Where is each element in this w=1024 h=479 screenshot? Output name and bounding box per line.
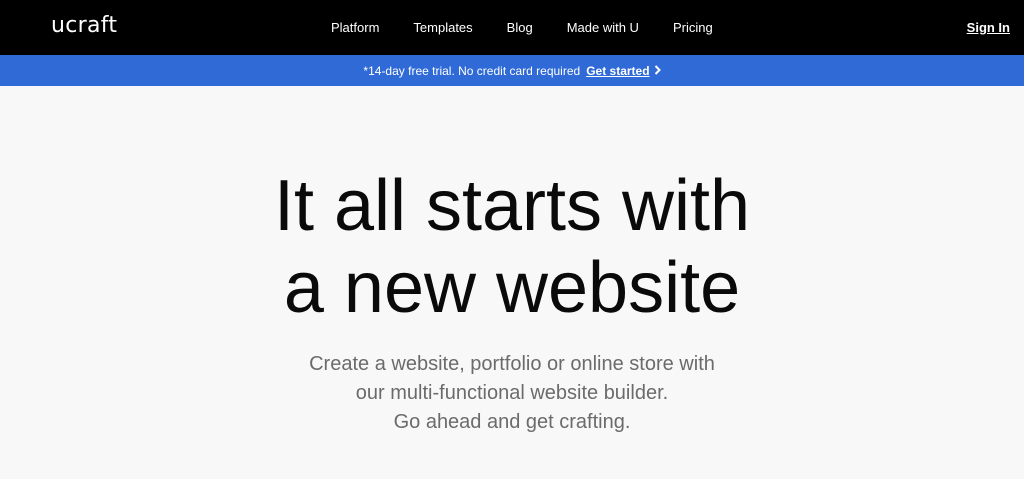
primary-nav: Platform Templates Blog Made with U Pric… (331, 19, 713, 36)
hero-subtext-line-1: Create a website, portfolio or online st… (309, 353, 715, 375)
hero-headline: It all starts with a new website (0, 165, 1024, 329)
promo-banner: *14-day free trial. No credit card requi… (0, 55, 1024, 86)
nav-link-templates[interactable]: Templates (413, 19, 472, 36)
get-started-label: Get started (586, 63, 650, 78)
nav-link-pricing[interactable]: Pricing (673, 19, 713, 36)
hero-subtext: Create a website, portfolio or online st… (0, 350, 1024, 437)
get-started-link[interactable]: Get started (586, 63, 661, 78)
hero-subtext-line-3: Go ahead and get crafting. (393, 411, 631, 433)
chevron-right-icon (654, 64, 661, 78)
hero-section: It all starts with a new website Create … (0, 86, 1024, 479)
sign-in-link[interactable]: Sign In (967, 19, 1010, 36)
hero-headline-line-1: It all starts with (273, 166, 751, 246)
nav-link-blog[interactable]: Blog (507, 19, 533, 36)
nav-link-platform[interactable]: Platform (331, 19, 379, 36)
nav-link-made-with-u[interactable]: Made with U (567, 19, 639, 36)
hero-subtext-line-2: our multi-functional website builder. (355, 382, 669, 404)
top-navigation-bar: ucraft Platform Templates Blog Made with… (0, 0, 1024, 55)
ucraft-logo[interactable]: ucraft (51, 13, 117, 39)
promo-text: *14-day free trial. No credit card requi… (363, 63, 581, 78)
hero-headline-line-2: a new website (283, 248, 741, 328)
